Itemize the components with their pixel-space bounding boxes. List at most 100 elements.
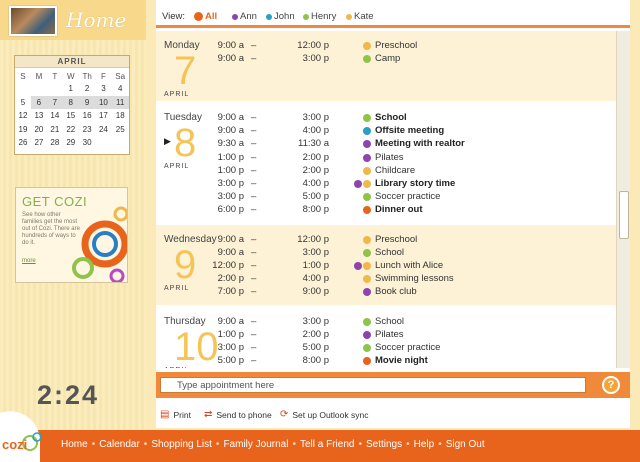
mini-calendar-day[interactable]: 17 (95, 109, 111, 123)
mini-calendar-day[interactable]: 21 (47, 123, 63, 137)
mini-calendar-day[interactable]: 7 (46, 95, 63, 109)
mini-calendar-day[interactable]: 14 (47, 109, 63, 123)
mini-calendar-day[interactable]: 3 (95, 82, 111, 96)
mini-calendar-day[interactable]: 27 (31, 136, 47, 150)
event-row[interactable]: 1:00 p 2:00 p – Pilates (156, 328, 616, 341)
event-start-time: 9:00 a (217, 40, 244, 51)
cozi-logo[interactable]: cozi (0, 403, 52, 462)
time-separator: – (251, 138, 257, 150)
mini-calendar-day[interactable]: 29 (63, 136, 79, 150)
mini-calendar-day[interactable]: 16 (79, 109, 96, 123)
mini-calendar-day[interactable]: 28 (47, 136, 63, 150)
filter-ann[interactable]: Ann (232, 11, 257, 22)
mini-calendar-day[interactable]: 6 (30, 95, 47, 109)
nav-link-calendar[interactable]: Calendar (99, 439, 140, 450)
event-start-time: 9:00 a (217, 53, 244, 65)
event-row[interactable]: 1:00 p 2:00 p – Pilates (156, 151, 616, 164)
mini-calendar-day[interactable]: 20 (31, 123, 47, 137)
filter-all[interactable]: All (194, 11, 217, 22)
family-photo[interactable] (9, 6, 57, 36)
event-row[interactable]: 9:00 a 4:00 p – Offsite meeting (156, 124, 616, 137)
ad-more-link[interactable]: more (22, 258, 36, 264)
mini-calendar-grid: S M T W Th F Sa 1 2 3 4 5 6 7 8 9 10 11 12 13 14 15 16 17 18 19 20… (15, 70, 129, 150)
filter-john[interactable]: John (266, 11, 295, 22)
event-row[interactable]: 1:00 p 2:00 p – Childcare (156, 164, 616, 177)
mini-calendar-day[interactable]: 5 (15, 96, 31, 110)
mini-calendar-day[interactable]: 15 (63, 109, 79, 123)
nav-link-shopping-list[interactable]: Shopping List (151, 439, 212, 450)
mini-calendar-day[interactable]: 25 (111, 123, 129, 137)
event-person-dot (354, 180, 362, 188)
mini-calendar-day[interactable]: 23 (79, 123, 96, 137)
outlook-sync-link[interactable]: ⟳ Set up Outlook sync (280, 409, 368, 420)
event-start-time: 1:00 p (217, 328, 244, 340)
event-row[interactable]: 6:00 p 8:00 p – Dinner out (156, 203, 616, 216)
mini-calendar-day[interactable]: 4 (111, 82, 129, 96)
event-row[interactable]: 12:00 p 1:00 p – Lunch with Alice (156, 259, 616, 272)
event-start-time: 9:00 a (217, 246, 244, 258)
mini-calendar-day[interactable]: 22 (63, 123, 79, 137)
nav-link-family-journal[interactable]: Family Journal (223, 439, 288, 450)
nav-link-sign-out[interactable]: Sign Out (446, 439, 485, 450)
mini-calendar-day[interactable]: 13 (31, 109, 47, 123)
mini-calendar-day[interactable]: 8 (62, 95, 79, 109)
mini-calendar-day[interactable]: 24 (95, 123, 111, 137)
event-person-dot (363, 317, 371, 326)
mini-calendar-day[interactable]: 12 (15, 109, 31, 123)
event-row[interactable]: 3:00 p 4:00 p – Library story time (156, 177, 616, 190)
mini-calendar-day[interactable]: 30 (79, 136, 96, 150)
event-row[interactable]: 7:00 p 9:00 p – Book club (156, 285, 616, 298)
event-row[interactable]: 9:30 a 11:30 a – Meeting with realtor (156, 137, 616, 150)
event-row[interactable]: 9:00 a 3:00 p – School (156, 246, 616, 259)
event-row[interactable]: 2:00 p 4:00 p – Swimming lessons (156, 272, 616, 285)
mini-calendar-day[interactable]: 18 (111, 109, 129, 123)
appointment-input[interactable] (160, 377, 586, 393)
scrollbar-thumb[interactable] (619, 191, 629, 239)
event-row[interactable]: 9:00 a 3:00 p – School (156, 315, 616, 328)
mini-calendar-day[interactable]: 2 (79, 82, 96, 96)
nav-link-settings[interactable]: Settings (366, 439, 402, 450)
mini-calendar-day[interactable]: 11 (111, 95, 129, 109)
event-person-dot (363, 261, 371, 270)
event-title: Dinner out (375, 204, 423, 216)
event-start-time: 2:00 p (217, 273, 244, 285)
mini-calendar-day[interactable]: 9 (78, 95, 96, 109)
event-person-dot (363, 288, 371, 297)
mini-calendar-day[interactable]: 10 (95, 95, 112, 109)
action-links: ▤ Print ⇄ Send to phone ⟳ Set up Outlook sy… (156, 409, 630, 425)
event-title: Swimming lessons (375, 273, 454, 285)
event-end-time: 11:30 a (298, 138, 329, 150)
mini-calendar-day[interactable]: 1 (63, 82, 79, 96)
event-row[interactable]: 9:00 a 12:00 p – Preschool (156, 39, 616, 52)
nav-link-tell-a-friend[interactable]: Tell a Friend (300, 439, 354, 450)
event-person-dot (363, 180, 371, 188)
event-row[interactable]: 3:00 p 5:00 p – Soccer practice (156, 341, 616, 354)
filter-john-dot (266, 13, 272, 20)
event-title: Camp (375, 53, 401, 65)
filter-kate[interactable]: Kate (346, 11, 374, 22)
time-separator: – (251, 151, 257, 163)
event-row[interactable]: 9:00 a 3:00 p – Camp (156, 52, 616, 65)
weekday-header: S (20, 71, 26, 81)
event-row[interactable]: 3:00 p 5:00 p – Soccer practice (156, 190, 616, 203)
event-title: Childcare (375, 164, 416, 176)
send-to-phone-label: Send to phone (216, 409, 272, 420)
filter-henry[interactable]: Henry (303, 11, 336, 22)
event-person-dot (363, 114, 371, 122)
nav-link-home[interactable]: Home (61, 439, 88, 450)
time-separator: – (251, 273, 257, 285)
event-row[interactable]: 9:00 a 12:00 p – Preschool (156, 233, 616, 246)
print-link[interactable]: ▤ Print (160, 409, 191, 420)
help-button[interactable]: ? (602, 376, 620, 394)
event-row[interactable]: 5:00 p 8:00 p – Movie night (156, 354, 616, 367)
send-to-phone-link[interactable]: ⇄ Send to phone (204, 409, 272, 420)
mini-calendar-empty (111, 136, 129, 150)
get-cozi-ad[interactable]: GET COZI See how other families get the … (15, 187, 128, 283)
scrollbar[interactable] (616, 31, 630, 368)
event-row[interactable]: 9:00 a 3:00 p – School (156, 111, 616, 124)
mini-calendar-day[interactable]: 26 (15, 136, 31, 150)
event-title: Soccer practice (375, 341, 441, 353)
mini-calendar-day[interactable]: 19 (15, 123, 31, 137)
event-title: Preschool (375, 233, 418, 245)
nav-link-help[interactable]: Help (414, 439, 435, 450)
